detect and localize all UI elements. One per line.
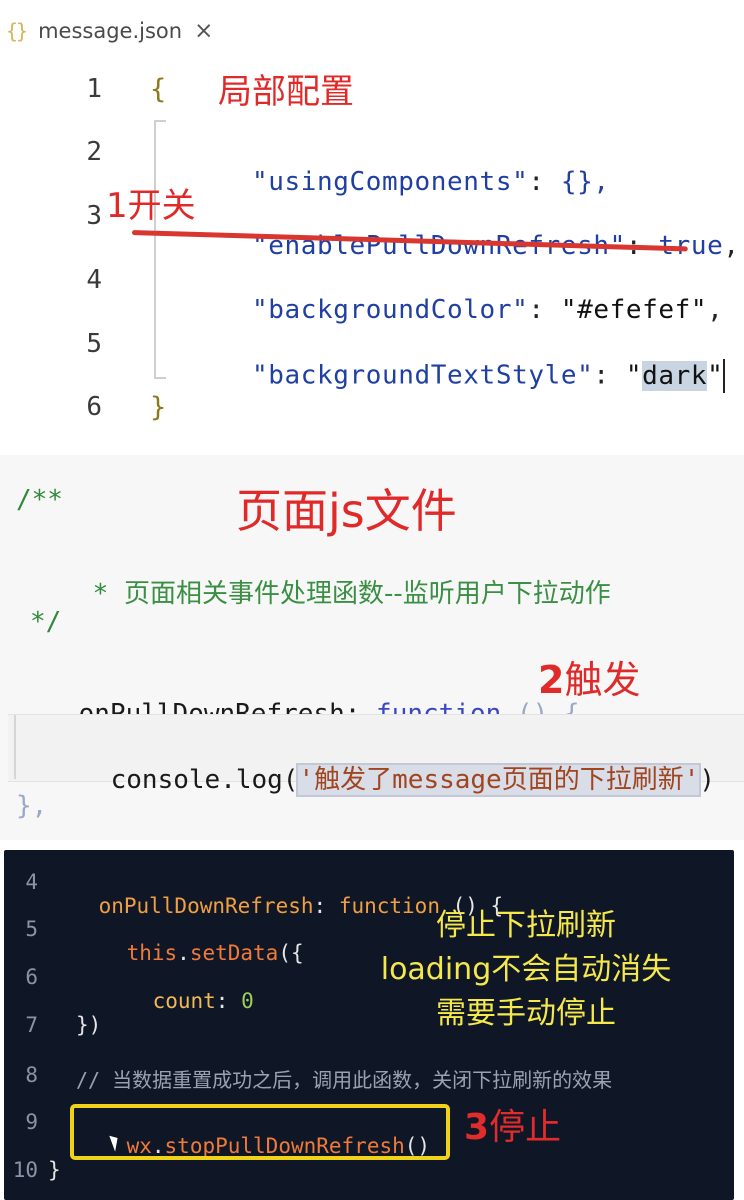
json-key: "usingComponents": [252, 167, 529, 197]
annotation-line: 需要手动停止: [436, 996, 616, 1031]
line-number: 5: [25, 917, 38, 941]
quote: ": [625, 360, 643, 391]
closing-brace: },: [16, 791, 48, 821]
indent-guide: [14, 715, 16, 779]
quote: ': [683, 765, 700, 795]
number-value: 0: [241, 989, 254, 1013]
stop-annotation: 3停止: [464, 1098, 561, 1150]
line-number: 1: [86, 74, 102, 104]
json-key: "backgroundColor": [252, 295, 529, 325]
line-number: 6: [86, 392, 102, 422]
code-line-6[interactable]: count: 0: [102, 965, 254, 1037]
tab-filename: message.json: [38, 19, 183, 43]
page-js-panel: 页面js文件 /** * 页面相关事件处理函数--监听用户下拉动作 */ onP…: [0, 455, 744, 840]
line-number: 9: [25, 1110, 38, 1134]
close-paren: ): [699, 765, 716, 795]
line-number: 7: [25, 1013, 38, 1037]
open-brace: {: [150, 74, 167, 105]
highlight-box: [70, 1104, 450, 1160]
colon: :: [215, 989, 242, 1013]
close-brace: }: [150, 392, 167, 423]
json-file-icon: {}: [6, 19, 28, 43]
line-number: 8: [25, 1063, 38, 1087]
line-number: 4: [86, 265, 102, 295]
close-icon[interactable]: ×: [194, 18, 213, 44]
code-comment[interactable]: // 当数据重置成功之后，调用此函数，关闭下拉刷新的效果: [76, 1064, 612, 1093]
json-value: {},: [560, 167, 610, 197]
string-text: 触发了: [314, 765, 393, 795]
console-call: console.log(: [110, 765, 299, 795]
stop-number: 3: [464, 1107, 490, 1148]
parens: ({: [278, 941, 304, 965]
comment-close: */: [30, 607, 62, 637]
string-text: message: [392, 765, 502, 795]
colon: :: [528, 167, 561, 197]
colon: :: [593, 360, 626, 391]
console-log-line[interactable]: console.log('触发了message页面的下拉刷新'): [48, 729, 715, 826]
colon: :: [528, 295, 561, 325]
line-number: 3: [86, 201, 102, 231]
selected-string: '触发了message页面的下拉刷新': [296, 763, 702, 797]
json-value: "#efefef": [560, 295, 708, 325]
string-text: 页面的下拉刷新: [501, 765, 684, 795]
trigger-text: 触发: [564, 658, 641, 702]
indent-guide: [154, 120, 166, 379]
local-config-label: 局部配置: [218, 72, 354, 112]
annotation-line: loading不会自动消失: [380, 952, 672, 987]
comment-body: * 页面相关事件处理函数--监听用户下拉动作: [30, 543, 611, 640]
page-js-label: 页面js文件: [236, 484, 457, 538]
annotation-line: 停止下拉刷新: [436, 908, 616, 943]
comment-star: *: [92, 579, 124, 609]
switch-annotation: 1开关: [106, 186, 196, 226]
function-name: onPullDownRefresh: [98, 894, 314, 918]
selected-value: dark: [642, 360, 708, 391]
code-line-7[interactable]: }): [76, 1013, 101, 1037]
code-line-10[interactable]: }: [48, 1158, 61, 1182]
json-key: "backgroundTextStyle": [252, 360, 594, 391]
line-number: 2: [86, 137, 102, 167]
comma: ,: [723, 231, 740, 261]
comment-text: 页面相关事件处理函数--监听用户下拉动作: [123, 579, 611, 609]
code-line-5[interactable]: "backgroundTextStyle": "dark": [187, 329, 726, 423]
text-cursor: [723, 359, 726, 393]
line-number: 5: [86, 329, 102, 359]
dark-code-panel: 4 5 6 7 8 9 10 onPullDownRefresh: functi…: [4, 850, 734, 1200]
line-number: 4: [25, 870, 38, 894]
this-keyword: this: [126, 941, 178, 965]
quote: ': [298, 765, 315, 795]
line-number: 6: [25, 965, 38, 989]
comma: ,: [707, 295, 724, 325]
trigger-number: 2: [538, 658, 565, 702]
property-name: count: [152, 989, 216, 1013]
dot: .: [177, 941, 190, 965]
json-config-panel: {} message.json × 局部配置 1 2 3 4 5 6 { "us…: [0, 0, 744, 445]
editor-tab[interactable]: {} message.json ×: [0, 0, 213, 62]
comment-open: /**: [16, 485, 63, 515]
quote: ": [707, 360, 724, 391]
trigger-annotation: 2触发: [538, 649, 640, 704]
method-name: setData: [189, 941, 279, 965]
stop-text: 停止: [489, 1107, 562, 1148]
line-number: 10: [12, 1158, 38, 1182]
stop-refresh-annotation: 停止下拉刷新 loading不会自动消失 需要手动停止: [336, 904, 716, 1036]
